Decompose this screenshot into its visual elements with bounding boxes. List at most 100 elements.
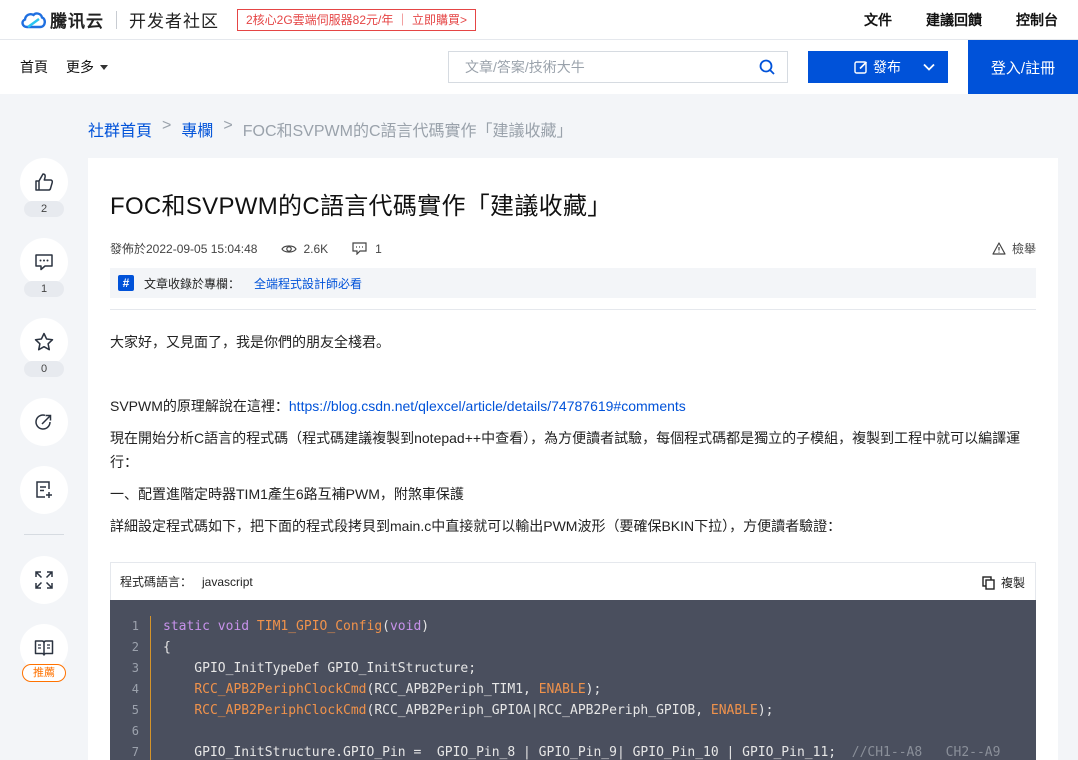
share-icon bbox=[35, 414, 52, 430]
code-token: RCC_APB2PeriphClockCmd bbox=[194, 682, 367, 697]
eye-icon bbox=[281, 244, 298, 253]
code-token: //CH1--A8 CH2--A9 bbox=[851, 745, 1001, 760]
line-number: 7 bbox=[131, 745, 139, 759]
breadcrumb: 社群首頁 > 專欄 > FOC和SVPWM的C語言代碼實作「建議收藏」 bbox=[88, 117, 573, 141]
code-token: ); bbox=[757, 703, 774, 718]
nav-more-label: 更多 bbox=[66, 59, 94, 75]
paragraph-intro: 現在開始分析C語言的程式碼（程式碼建議複製到notepad++中查看），為方便讀… bbox=[110, 430, 1021, 470]
logo[interactable]: 騰讯云 开发者社区 bbox=[20, 7, 219, 32]
code-line: GPIO_InitStructure.GPIO_Pin = GPIO_Pin_8… bbox=[163, 742, 1000, 760]
add-note-icon bbox=[36, 481, 52, 498]
svpwm-article-link[interactable]: https://blog.csdn.net/qlexcel/article/de… bbox=[289, 398, 686, 414]
comment-button[interactable] bbox=[20, 238, 68, 286]
publish-label: 發布 bbox=[873, 59, 901, 75]
paragraph-svpwm-link: SVPWM的原理解說在這裡：https://blog.csdn.net/qlex… bbox=[110, 394, 686, 418]
comment-action[interactable]: 1 bbox=[20, 238, 68, 297]
nav-menu: 首頁 更多 bbox=[20, 40, 108, 94]
top-links: 文件 建議回饋 控制台 bbox=[864, 0, 1058, 40]
favorite-count: 0 bbox=[24, 361, 64, 377]
column-link[interactable]: 全端程式設計師必看 bbox=[254, 275, 362, 292]
code-token: GPIO_InitTypeDef GPIO_InitStructure; bbox=[163, 661, 477, 676]
cloud-logo-icon bbox=[21, 11, 46, 28]
publish-button[interactable]: 發布 bbox=[808, 51, 948, 83]
code-line: GPIO_InitTypeDef GPIO_InitStructure; bbox=[163, 658, 1000, 679]
nav-home[interactable]: 首頁 bbox=[20, 57, 48, 77]
favorite-action[interactable]: 0 bbox=[20, 318, 68, 377]
breadcrumb-separator: > bbox=[162, 117, 172, 134]
line-number: 3 bbox=[131, 661, 139, 675]
share-action[interactable] bbox=[20, 398, 68, 446]
breadcrumb-current: FOC和SVPWM的C語言代碼實作「建議收藏」 bbox=[242, 123, 573, 140]
edit-icon bbox=[854, 61, 868, 74]
search-input[interactable] bbox=[449, 52, 739, 82]
code-token: ) bbox=[421, 619, 430, 634]
hash-icon: # bbox=[118, 275, 134, 291]
code-lines: static void TIM1_GPIO_Config(void) { GPIO… bbox=[163, 616, 1000, 760]
copy-button[interactable]: 複製 bbox=[982, 574, 1025, 591]
add-note-button[interactable] bbox=[20, 466, 68, 514]
chevron-down-icon[interactable] bbox=[922, 60, 936, 74]
like-action[interactable]: 2 bbox=[20, 158, 68, 217]
line-number: 5 bbox=[131, 703, 139, 717]
code-token: ( bbox=[382, 619, 390, 634]
expand-icon bbox=[35, 571, 53, 589]
code-token: static void bbox=[163, 619, 257, 634]
code-token: GPIO_InitStructure.GPIO_Pin = GPIO_Pin_8… bbox=[163, 745, 852, 760]
brand-divider bbox=[116, 10, 117, 29]
community-name: 开发者社区 bbox=[129, 12, 219, 31]
report-label: 檢舉 bbox=[1011, 242, 1036, 256]
code-line: static void TIM1_GPIO_Config(void) bbox=[163, 616, 1000, 637]
top-bar: 騰讯云 开发者社区 2核心2G雲端伺服器82元/年 ｜ 立即購買> 文件 建議回… bbox=[0, 0, 1078, 40]
nav-bar: 首頁 更多 發布 bbox=[0, 40, 1078, 94]
code-token: { bbox=[163, 640, 171, 655]
add-note-action[interactable] bbox=[20, 466, 68, 514]
breadcrumb-separator: > bbox=[223, 117, 233, 134]
comment-icon bbox=[352, 242, 367, 255]
console-link[interactable]: 控制台 bbox=[1016, 10, 1058, 30]
code-language-label: 程式碼語言： bbox=[120, 575, 193, 589]
comment-count: 1 bbox=[24, 281, 64, 297]
code-token: void bbox=[389, 619, 422, 634]
code-token: RCC_APB2PeriphClockCmd bbox=[194, 703, 367, 718]
code-token: ); bbox=[585, 682, 602, 697]
feedback-link[interactable]: 建議回饋 bbox=[926, 10, 982, 30]
paragraph-greeting: 大家好，又見面了，我是你們的朋友全棧君。 bbox=[110, 334, 390, 350]
code-block: 1 2 3 4 5 6 7 static void TIM1_GPIO_Config(voi… bbox=[110, 600, 1036, 760]
line-number: 2 bbox=[131, 640, 139, 654]
brand-name: 騰讯云 bbox=[50, 12, 104, 31]
code-line: RCC_APB2PeriphClockCmd(RCC_APB2Periph_GP… bbox=[163, 700, 1000, 721]
code-token: ENABLE bbox=[538, 682, 586, 697]
copy-icon bbox=[982, 575, 995, 590]
view-count-value: 2.6K bbox=[303, 241, 329, 256]
code-header: 程式碼語言： javascript 複製 bbox=[110, 562, 1036, 600]
login-button[interactable]: 登入/註冊 bbox=[968, 40, 1078, 94]
breadcrumb-home[interactable]: 社群首頁 bbox=[88, 117, 152, 141]
line-numbers: 1 2 3 4 5 6 7 bbox=[110, 616, 151, 760]
nav-more-dropdown[interactable]: 更多 bbox=[66, 57, 108, 77]
divider bbox=[110, 309, 1036, 310]
fullscreen-button[interactable] bbox=[20, 556, 68, 604]
recommend-badge[interactable]: 推薦 bbox=[22, 664, 66, 682]
report-link[interactable]: 檢舉 bbox=[992, 240, 1036, 257]
docs-link[interactable]: 文件 bbox=[864, 10, 892, 30]
thumbs-up-icon bbox=[35, 173, 54, 191]
comment-meta[interactable]: 1 bbox=[352, 242, 382, 256]
reading-mode-action[interactable]: 推薦 bbox=[20, 624, 68, 682]
like-count: 2 bbox=[24, 201, 64, 217]
like-button[interactable] bbox=[20, 158, 68, 206]
line-number: 6 bbox=[131, 724, 139, 738]
caret-down-icon bbox=[100, 64, 108, 70]
breadcrumb-column[interactable]: 專欄 bbox=[181, 117, 213, 141]
warning-icon bbox=[992, 242, 1006, 255]
line-number: 4 bbox=[131, 682, 139, 696]
fullscreen-action[interactable] bbox=[20, 556, 68, 604]
search-box bbox=[448, 51, 788, 83]
star-icon bbox=[34, 332, 54, 351]
share-button[interactable] bbox=[20, 398, 68, 446]
promo-banner[interactable]: 2核心2G雲端伺服器82元/年 ｜ 立即購買> bbox=[237, 8, 477, 31]
search-icon[interactable] bbox=[759, 59, 775, 75]
favorite-button[interactable] bbox=[20, 318, 68, 366]
